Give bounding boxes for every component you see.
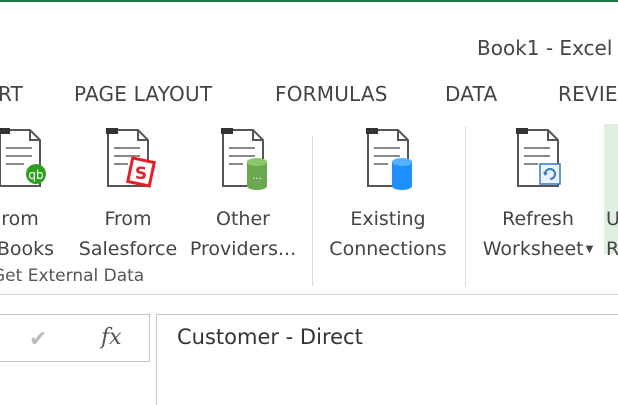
from-quickbooks-label: rom kBooks xyxy=(0,208,55,260)
from-salesforce-button[interactable]: S From Salesforce xyxy=(74,124,182,264)
svg-text:qb: qb xyxy=(28,168,43,182)
group-label-get-external-data: Get External Data xyxy=(0,266,145,286)
refresh-worksheet-label: Refresh Worksheet ▼ xyxy=(482,208,594,260)
formula-input[interactable]: Customer - Direct xyxy=(177,325,363,349)
document-refresh-icon xyxy=(516,128,561,187)
document-database-icon: ... xyxy=(221,128,267,190)
tab-page-layout[interactable]: PAGE LAYOUT xyxy=(74,82,212,106)
document-connection-icon xyxy=(366,128,412,190)
existing-connections-button[interactable]: Existing Connections xyxy=(323,124,453,264)
svg-text:S: S xyxy=(135,164,147,184)
from-salesforce-label: From Salesforce xyxy=(78,208,178,260)
formula-bar[interactable]: Customer - Direct xyxy=(156,314,618,405)
ribbon-tabs: RT PAGE LAYOUT FORMULAS DATA REVIEW xyxy=(0,70,618,116)
ungroup-button-partial[interactable]: U R xyxy=(604,124,618,260)
other-providers-button[interactable]: ... Other Providers... xyxy=(188,124,298,264)
partial-button-label: U R xyxy=(606,208,618,260)
formula-controls: ✔ fx xyxy=(0,314,150,362)
function-icon[interactable]: fx xyxy=(101,325,122,350)
tab-formulas[interactable]: FORMULAS xyxy=(275,82,388,106)
tab-data[interactable]: DATA xyxy=(445,82,497,106)
chevron-down-icon[interactable]: ▼ xyxy=(586,244,594,255)
tab-review[interactable]: REVIEW xyxy=(558,82,618,106)
group-separator xyxy=(312,136,313,286)
tab-insert[interactable]: RT xyxy=(0,82,23,106)
other-providers-label: Other Providers... xyxy=(189,208,297,260)
title-bar: Book1 - Excel xyxy=(0,2,618,70)
document-quickbooks-icon: qb xyxy=(0,128,46,187)
check-icon[interactable]: ✔ xyxy=(29,327,47,352)
refresh-worksheet-button[interactable]: Refresh Worksheet ▼ xyxy=(476,124,600,264)
group-separator xyxy=(465,126,466,286)
window-title: Book1 - Excel xyxy=(477,36,613,60)
from-quickbooks-button[interactable]: qb rom kBooks xyxy=(0,124,70,264)
existing-connections-label: Existing Connections xyxy=(329,208,447,260)
ribbon-data-panel: qb rom kBooks S From Salesforce xyxy=(0,118,618,295)
document-salesforce-icon: S xyxy=(106,128,157,188)
svg-text:...: ... xyxy=(252,171,262,182)
